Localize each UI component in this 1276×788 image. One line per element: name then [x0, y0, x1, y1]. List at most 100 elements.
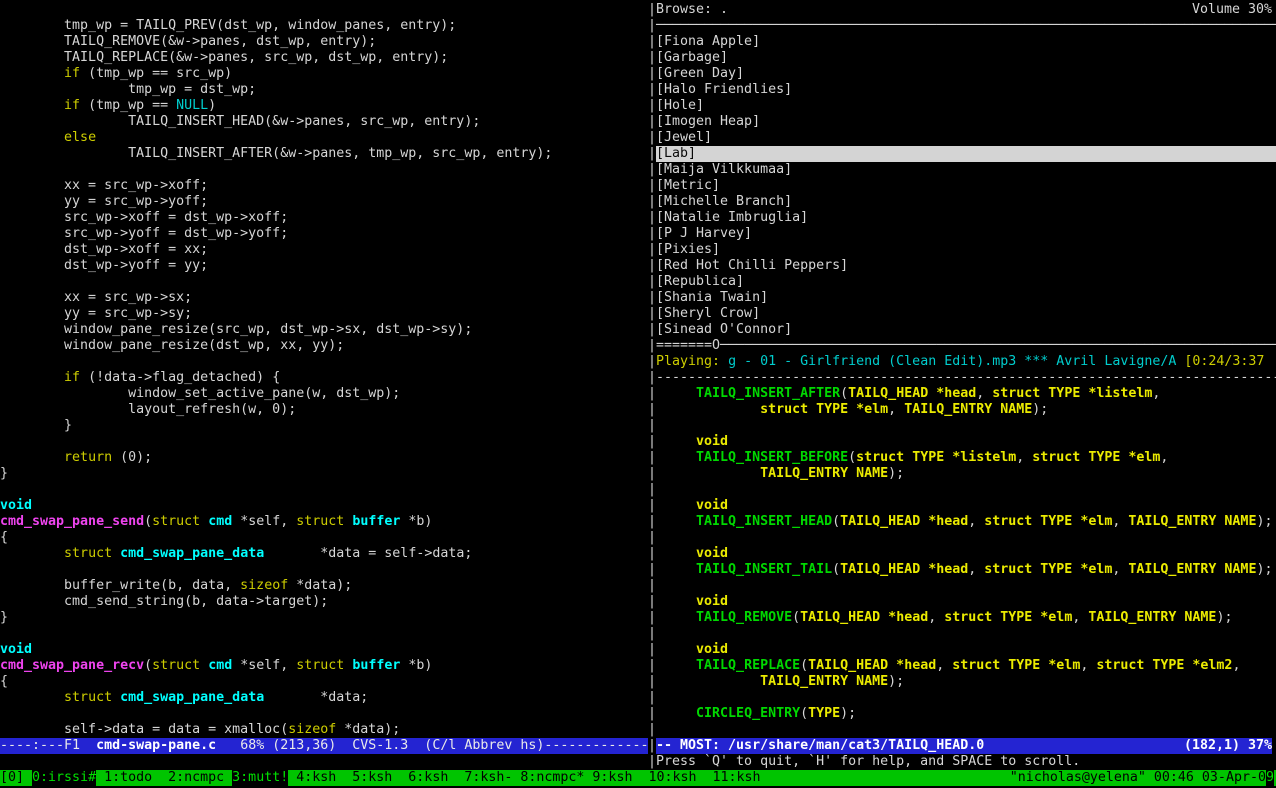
code-line-seg: *data;	[264, 690, 368, 705]
vertical-pane-divider-seg: |	[648, 18, 656, 33]
artist-item[interactable]: [Shania Twain]	[656, 290, 768, 306]
man-line-seg: void	[696, 498, 728, 513]
man-line-seg: TAILQ_INSERT_BEFORE	[696, 450, 848, 465]
vertical-pane-divider-seg: |	[648, 274, 656, 289]
terminal-screen[interactable]: tmp_wp = TAILQ_PREV(dst_wp, window_panes…	[0, 0, 1276, 788]
artist-item-seg: [Natalie Imbruglia]	[656, 210, 808, 225]
code-line: TAILQ_INSERT_AFTER(&w->panes, tmp_wp, sr…	[0, 146, 552, 162]
artist-item[interactable]: [Green Day]	[656, 66, 744, 82]
artist-item[interactable]: [Halo Friendlies]	[656, 82, 792, 98]
artist-item[interactable]: [Red Hot Chilli Peppers]	[656, 258, 848, 274]
most-status-bar-seg: (182,1) 37%	[1184, 738, 1272, 754]
emacs-mode-line: ----:---F1 cmd-swap-pane.c 68% (213,36) …	[0, 738, 648, 754]
code-line-seg: src_wp->xoff = dst_wp->xoff;	[0, 210, 288, 225]
man-line-seg	[656, 658, 696, 673]
vertical-pane-divider: |	[648, 50, 656, 66]
man-line-seg: void	[696, 546, 728, 561]
vertical-pane-divider-seg: |	[648, 402, 656, 417]
vertical-pane-divider-seg: |	[648, 50, 656, 65]
artist-item[interactable]: [Pixies]	[656, 242, 720, 258]
vertical-pane-divider: |	[648, 82, 656, 98]
man-line-seg: TYPE	[808, 706, 840, 721]
code-line-seg: sizeof	[288, 722, 336, 737]
man-line-seg: ,	[1152, 386, 1160, 401]
artist-item[interactable]: [Metric]	[656, 178, 720, 194]
vertical-pane-divider-seg: |	[648, 642, 656, 657]
code-line-seg: (	[144, 514, 152, 529]
vertical-pane-divider: |	[648, 690, 656, 706]
code-line-seg	[0, 690, 64, 705]
code-line-seg	[200, 658, 208, 673]
code-line-seg	[0, 546, 64, 561]
code-line: if (!data->flag_detached) {	[0, 370, 280, 386]
selected-artist-item[interactable]: [Lab]	[656, 146, 1276, 162]
man-line-seg: struct TYPE *elm	[944, 610, 1072, 625]
selected-artist-item-seg: [Lab]	[656, 146, 696, 161]
vertical-pane-divider: |	[648, 530, 656, 546]
vertical-pane-divider-seg: |	[648, 674, 656, 689]
artist-item[interactable]: [Republica]	[656, 274, 744, 290]
code-line-seg: if	[64, 98, 80, 113]
now-playing-line-seg: [0:24/3:37	[1184, 354, 1264, 369]
code-line-seg: {	[0, 530, 8, 545]
vertical-pane-divider-seg: |	[648, 258, 656, 273]
artist-item[interactable]: [Garbage]	[656, 50, 728, 66]
pager-message-line-seg: Press `Q' to quit, `H' for help, and SPA…	[656, 754, 1080, 769]
artist-item-seg: [Maija Vilkkumaa]	[656, 162, 792, 177]
man-line-seg	[656, 434, 696, 449]
vertical-pane-divider-seg: |	[648, 290, 656, 305]
artist-item[interactable]: [Maija Vilkkumaa]	[656, 162, 792, 178]
artist-item[interactable]: [Fiona Apple]	[656, 34, 760, 50]
artist-item[interactable]: [Sheryl Crow]	[656, 306, 760, 322]
man-line-seg: TAILQ_ENTRY NAME	[760, 674, 888, 689]
code-line-seg: cmd_swap_pane_recv	[0, 658, 144, 673]
vertical-pane-divider: |	[648, 306, 656, 322]
man-line: TAILQ_ENTRY NAME);	[656, 466, 904, 482]
artist-item[interactable]: [Natalie Imbruglia]	[656, 210, 808, 226]
pager-message-line: Press `Q' to quit, `H' for help, and SPA…	[656, 754, 1080, 770]
code-line-seg: if	[64, 66, 80, 81]
artist-item[interactable]: [Michelle Branch]	[656, 194, 792, 210]
vertical-pane-divider-seg: |	[648, 450, 656, 465]
code-line-seg: self->data = data = xmalloc(	[0, 722, 288, 737]
vertical-pane-divider: |	[648, 34, 656, 50]
man-line: void	[656, 434, 728, 450]
man-line-seg	[656, 450, 696, 465]
artist-item[interactable]: [Imogen Heap]	[656, 114, 760, 130]
code-line-seg: struct	[152, 514, 200, 529]
code-line: window_pane_resize(dst_wp, xx, yy);	[0, 338, 344, 354]
tmux-status-bar[interactable]: [0] 0:irssi# 1:todo 2:ncmpc 3:mutt! 4:ks…	[0, 770, 1276, 786]
code-line-seg: cmd	[208, 658, 232, 673]
vertical-pane-divider-seg: |	[648, 338, 656, 353]
vertical-pane-divider: |	[648, 594, 656, 610]
artist-item-seg: [Green Day]	[656, 66, 744, 81]
code-line-seg	[0, 98, 64, 113]
artist-item[interactable]: [Jewel]	[656, 130, 712, 146]
vertical-pane-divider-seg: |	[648, 178, 656, 193]
man-line-seg	[656, 594, 696, 609]
artist-item-seg: [Garbage]	[656, 50, 728, 65]
code-line: yy = src_wp->yoff;	[0, 194, 208, 210]
progress-bar[interactable]: =======O────────────────────────────────…	[656, 338, 1276, 354]
code-line-seg: *self,	[232, 514, 296, 529]
vertical-pane-divider-seg: |	[648, 706, 656, 721]
code-line-seg: }	[0, 418, 72, 433]
most-status-bar-seg: -- MOST: /usr/share/man/cat3/TAILQ_HEAD.…	[656, 738, 984, 754]
code-line: TAILQ_REMOVE(&w->panes, dst_wp, entry);	[0, 34, 376, 50]
vertical-pane-divider-seg: |	[648, 354, 656, 369]
code-line-seg: cmd_swap_pane_send	[0, 514, 144, 529]
code-line-seg: window_pane_resize(src_wp, dst_wp->sx, d…	[0, 322, 472, 337]
vertical-pane-divider-seg: |	[648, 98, 656, 113]
code-line-seg: *b)	[400, 514, 432, 529]
artist-item[interactable]: [Sinead O'Connor]	[656, 322, 792, 338]
code-line-seg	[0, 450, 64, 465]
artist-item[interactable]: [P J Harvey]	[656, 226, 752, 242]
vertical-pane-divider-seg: |	[648, 434, 656, 449]
vertical-pane-divider: |	[648, 642, 656, 658]
code-line-seg	[112, 546, 120, 561]
man-line-seg	[656, 562, 696, 577]
vertical-pane-divider: |	[648, 210, 656, 226]
artist-item[interactable]: [Hole]	[656, 98, 704, 114]
man-line-seg	[656, 402, 760, 417]
code-line: yy = src_wp->sy;	[0, 306, 192, 322]
